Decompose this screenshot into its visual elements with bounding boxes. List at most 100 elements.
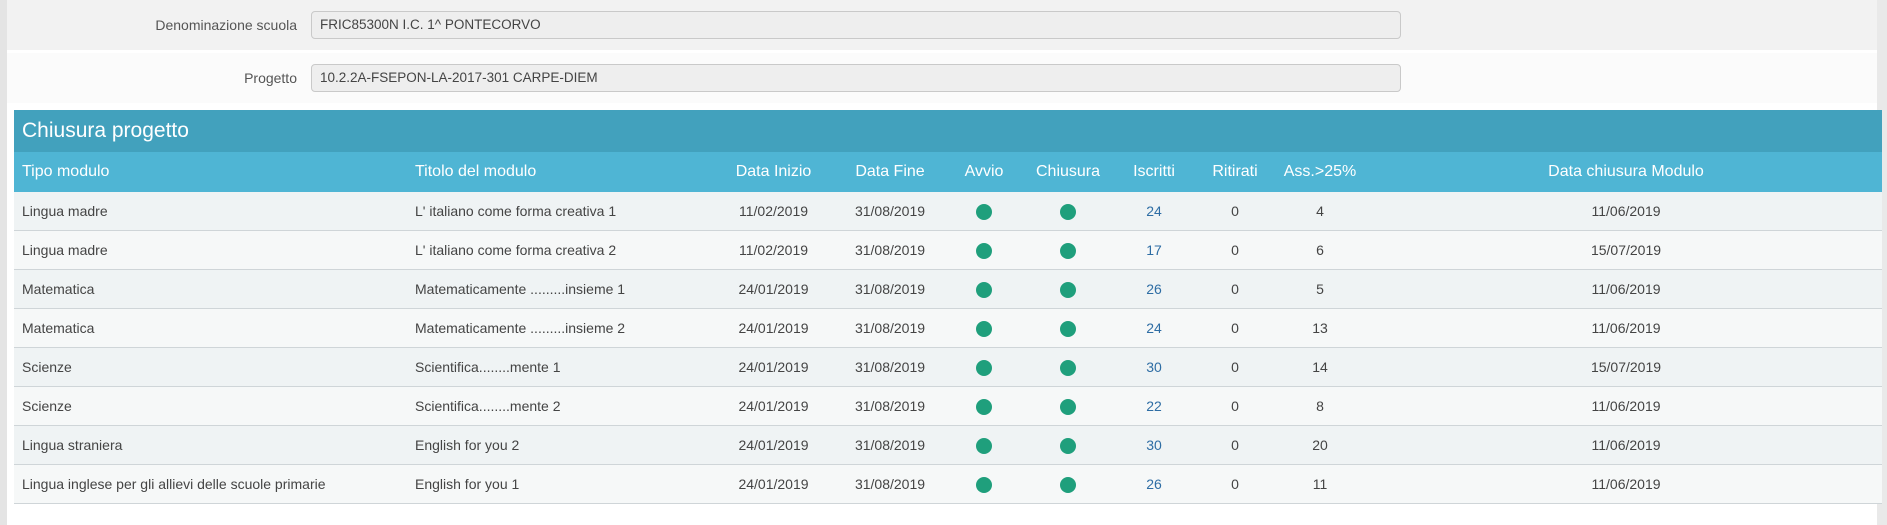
cell-assenze: 13	[1270, 308, 1370, 348]
col-header-chiusura: Chiusura	[1028, 152, 1108, 192]
cell-data-chiusura: 11/06/2019	[1370, 192, 1882, 231]
cell-data-inizio: 24/01/2019	[707, 386, 840, 426]
cell-data-chiusura: 11/06/2019	[1370, 464, 1882, 504]
iscritti-link[interactable]: 24	[1146, 320, 1162, 336]
cell-data-chiusura: 11/06/2019	[1370, 386, 1882, 426]
school-field-row: Denominazione scuola FRIC85300N I.C. 1^ …	[7, 0, 1877, 50]
cell-titolo: Matematicamente .........insieme 1	[407, 269, 707, 309]
cell-data-fine: 31/08/2019	[840, 192, 940, 231]
col-header-data-chiusura: Data chiusura Modulo	[1370, 152, 1882, 192]
school-field[interactable]: FRIC85300N I.C. 1^ PONTECORVO	[311, 11, 1401, 39]
project-field[interactable]: 10.2.2A-FSEPON-LA-2017-301 CARPE-DIEM	[311, 64, 1401, 92]
table-row: Lingua straniera English for you 2 24/01…	[14, 425, 1882, 465]
cell-data-chiusura: 11/06/2019	[1370, 425, 1882, 465]
cell-titolo: L' italiano come forma creativa 2	[407, 230, 707, 270]
cell-data-chiusura: 15/07/2019	[1370, 347, 1882, 387]
chiusura-status-dot-icon	[1060, 437, 1076, 454]
cell-data-fine: 31/08/2019	[840, 230, 940, 270]
iscritti-link[interactable]: 26	[1146, 476, 1162, 492]
chiusura-status-dot-icon	[1060, 320, 1076, 337]
avvio-status-dot-icon	[976, 203, 992, 220]
cell-tipo: Lingua inglese per gli allievi delle scu…	[14, 464, 407, 504]
iscritti-link[interactable]: 17	[1146, 242, 1162, 258]
col-header-avvio: Avvio	[940, 152, 1028, 192]
avvio-status-dot-icon	[976, 398, 992, 415]
school-label: Denominazione scuola	[155, 17, 297, 33]
avvio-status-dot-icon	[976, 359, 992, 376]
avvio-status-dot-icon	[976, 281, 992, 298]
chiusura-status-dot-icon	[1060, 203, 1076, 220]
cell-ritirati: 0	[1200, 192, 1270, 231]
cell-data-fine: 31/08/2019	[840, 464, 940, 504]
cell-assenze: 4	[1270, 192, 1370, 231]
cell-data-inizio: 24/01/2019	[707, 347, 840, 387]
project-label: Progetto	[244, 70, 297, 86]
col-header-ritirati: Ritirati	[1200, 152, 1270, 192]
chiusura-status-dot-icon	[1060, 476, 1076, 493]
cell-data-fine: 31/08/2019	[840, 308, 940, 348]
panel-title: Chiusura progetto	[14, 110, 1882, 152]
modules-table: Tipo modulo Titolo del modulo Data Inizi…	[14, 152, 1882, 504]
cell-assenze: 14	[1270, 347, 1370, 387]
cell-titolo: L' italiano come forma creativa 1	[407, 192, 707, 231]
col-header-data-fine: Data Fine	[840, 152, 940, 192]
col-header-tipo: Tipo modulo	[14, 152, 407, 192]
cell-ritirati: 0	[1200, 386, 1270, 426]
cell-data-inizio: 11/02/2019	[707, 230, 840, 270]
cell-data-chiusura: 11/06/2019	[1370, 269, 1882, 309]
cell-ritirati: 0	[1200, 464, 1270, 504]
cell-tipo: Scienze	[14, 386, 407, 426]
col-header-data-inizio: Data Inizio	[707, 152, 840, 192]
col-header-titolo: Titolo del modulo	[407, 152, 707, 192]
cell-data-inizio: 24/01/2019	[707, 425, 840, 465]
cell-data-fine: 31/08/2019	[840, 347, 940, 387]
cell-data-chiusura: 15/07/2019	[1370, 230, 1882, 270]
cell-ritirati: 0	[1200, 308, 1270, 348]
cell-titolo: English for you 2	[407, 425, 707, 465]
cell-data-fine: 31/08/2019	[840, 386, 940, 426]
iscritti-link[interactable]: 30	[1146, 359, 1162, 375]
table-row: Lingua inglese per gli allievi delle scu…	[14, 464, 1882, 504]
table-row: Matematica Matematicamente .........insi…	[14, 269, 1882, 309]
avvio-status-dot-icon	[976, 242, 992, 259]
cell-assenze: 11	[1270, 464, 1370, 504]
iscritti-link[interactable]: 24	[1146, 203, 1162, 219]
iscritti-link[interactable]: 26	[1146, 281, 1162, 297]
cell-tipo: Lingua madre	[14, 192, 407, 231]
table-row: Lingua madre L' italiano come forma crea…	[14, 192, 1882, 231]
cell-titolo: Scientifica........mente 1	[407, 347, 707, 387]
cell-assenze: 8	[1270, 386, 1370, 426]
cell-data-fine: 31/08/2019	[840, 269, 940, 309]
cell-tipo: Scienze	[14, 347, 407, 387]
cell-titolo: Matematicamente .........insieme 2	[407, 308, 707, 348]
cell-assenze: 6	[1270, 230, 1370, 270]
avvio-status-dot-icon	[976, 437, 992, 454]
page-left-edge	[0, 0, 7, 525]
table-row: Lingua madre L' italiano come forma crea…	[14, 230, 1882, 270]
cell-data-inizio: 11/02/2019	[707, 192, 840, 231]
chiusura-status-dot-icon	[1060, 398, 1076, 415]
cell-tipo: Matematica	[14, 269, 407, 309]
iscritti-link[interactable]: 30	[1146, 437, 1162, 453]
cell-ritirati: 0	[1200, 230, 1270, 270]
table-header-row: Tipo modulo Titolo del modulo Data Inizi…	[14, 152, 1882, 192]
iscritti-link[interactable]: 22	[1146, 398, 1162, 414]
chiusura-status-dot-icon	[1060, 359, 1076, 376]
cell-assenze: 20	[1270, 425, 1370, 465]
cell-tipo: Lingua madre	[14, 230, 407, 270]
cell-data-inizio: 24/01/2019	[707, 308, 840, 348]
chiusura-status-dot-icon	[1060, 281, 1076, 298]
cell-ritirati: 0	[1200, 425, 1270, 465]
cell-titolo: English for you 1	[407, 464, 707, 504]
closure-panel: Chiusura progetto Tipo modulo Titolo del…	[14, 110, 1882, 504]
table-row: Matematica Matematicamente .........insi…	[14, 308, 1882, 348]
cell-ritirati: 0	[1200, 269, 1270, 309]
cell-data-chiusura: 11/06/2019	[1370, 308, 1882, 348]
col-header-assenze: Ass.>25%	[1270, 152, 1370, 192]
table-row: Scienze Scientifica........mente 2 24/01…	[14, 386, 1882, 426]
cell-tipo: Lingua straniera	[14, 425, 407, 465]
chiusura-status-dot-icon	[1060, 242, 1076, 259]
cell-ritirati: 0	[1200, 347, 1270, 387]
cell-data-fine: 31/08/2019	[840, 425, 940, 465]
avvio-status-dot-icon	[976, 320, 992, 337]
